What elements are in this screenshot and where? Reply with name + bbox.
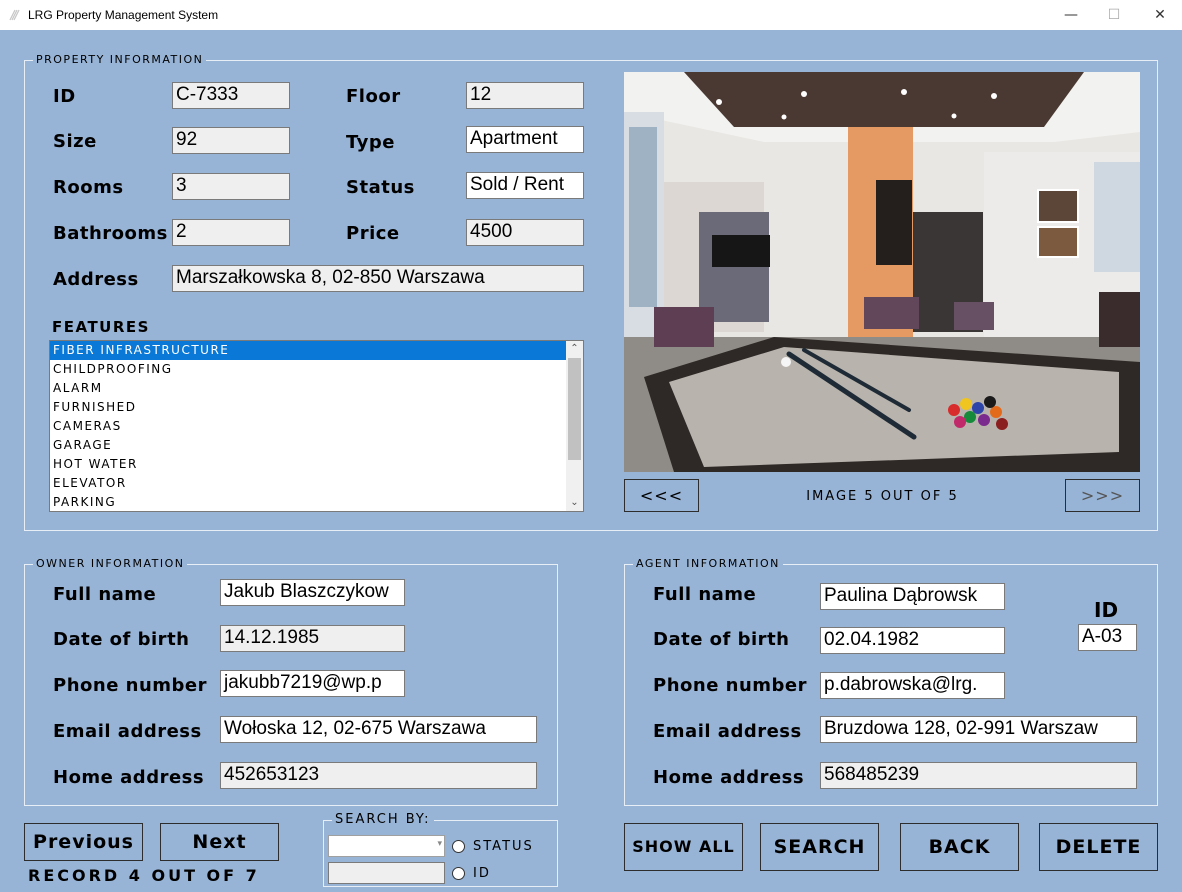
owner-phone-field[interactable]: jakubb7219@wp.p: [220, 670, 405, 697]
agent-id-field[interactable]: A-03: [1078, 624, 1137, 651]
agent-dob-label: Date of birth: [653, 629, 790, 650]
status-radio[interactable]: [452, 840, 465, 853]
status-field[interactable]: Sold / Rent: [466, 172, 584, 199]
show-all-button[interactable]: SHOW ALL: [624, 823, 743, 871]
size-field[interactable]: 92: [172, 127, 290, 154]
type-field[interactable]: Apartment: [466, 126, 584, 153]
id-radio[interactable]: [452, 867, 465, 880]
agent-phone-label: Phone number: [653, 675, 808, 696]
owner-full-name-label: Full name: [53, 584, 157, 605]
price-label: Price: [346, 223, 400, 244]
minimize-icon[interactable]: —: [1057, 4, 1085, 26]
agent-email-field[interactable]: Bruzdowa 128, 02-991 Warszaw: [820, 716, 1137, 743]
features-listbox[interactable]: FIBER INFRASTRUCTURE CHILDPROOFING ALARM FU…: [49, 340, 584, 512]
agent-full-name-field[interactable]: Paulina Dąbrowsk: [820, 583, 1005, 610]
size-label: Size: [53, 131, 97, 152]
property-id-field[interactable]: C-7333: [172, 82, 290, 109]
agent-full-name-label: Full name: [653, 584, 757, 605]
search-group-title: SEARCH BY:: [332, 813, 434, 827]
agent-group-title: AGENT INFORMATION: [633, 557, 783, 571]
app-icon: [9, 9, 20, 21]
feature-list-item[interactable]: GARAGE: [50, 436, 566, 455]
scroll-thumb[interactable]: [568, 358, 581, 460]
rooms-field[interactable]: 3: [172, 173, 290, 200]
owner-phone-label: Phone number: [53, 675, 208, 696]
feature-list-item[interactable]: HOT WATER: [50, 455, 566, 474]
features-list: FIBER INFRASTRUCTURE CHILDPROOFING ALARM FU…: [50, 341, 583, 511]
status-label: Status: [346, 177, 415, 198]
owner-group-title: OWNER INFORMATION: [33, 557, 188, 571]
agent-id-label: ID: [1094, 598, 1119, 622]
owner-home-field[interactable]: 452653123: [220, 762, 537, 789]
search-criteria-dropdown[interactable]: ▾: [328, 835, 445, 857]
bathrooms-label: Bathrooms: [53, 223, 168, 244]
feature-list-item[interactable]: ALARM: [50, 379, 566, 398]
property-group-title: PROPERTY INFORMATION: [33, 53, 207, 67]
floor-label: Floor: [346, 86, 401, 107]
address-field[interactable]: Marszałkowska 8, 02-850 Warszawa: [172, 265, 584, 292]
property-id-label: ID: [53, 86, 76, 107]
agent-email-label: Email address: [653, 721, 802, 742]
window-title: LRG Property Management System: [28, 8, 219, 22]
scroll-down-icon[interactable]: ⌄: [566, 495, 583, 511]
id-radio-label: ID: [473, 866, 491, 881]
dropdown-arrow-icon[interactable]: ▾: [437, 839, 442, 849]
feature-list-item[interactable]: FIBER INFRASTRUCTURE: [50, 341, 566, 360]
next-record-button[interactable]: Next: [160, 823, 279, 861]
back-button[interactable]: BACK: [900, 823, 1019, 871]
features-title: FEATURES: [52, 318, 150, 336]
feature-list-item[interactable]: ELEVATOR: [50, 474, 566, 493]
next-image-button[interactable]: >>>: [1065, 479, 1140, 512]
agent-dob-field[interactable]: 02.04.1982: [820, 627, 1005, 654]
previous-image-button[interactable]: <<<: [624, 479, 699, 512]
maximize-icon[interactable]: ☐: [1100, 4, 1128, 26]
owner-dob-field[interactable]: 14.12.1985: [220, 625, 405, 652]
feature-list-item[interactable]: CHILDPROOFING: [50, 360, 566, 379]
type-label: Type: [346, 132, 395, 153]
status-radio-label: STATUS: [473, 839, 534, 854]
search-button[interactable]: SEARCH: [760, 823, 879, 871]
bathrooms-field[interactable]: 2: [172, 219, 290, 246]
address-label: Address: [53, 269, 139, 290]
record-counter: RECORD 4 OUT OF 7: [28, 866, 260, 885]
owner-email-field[interactable]: Wołoska 12, 02-675 Warszawa: [220, 716, 537, 743]
search-text-input[interactable]: [328, 862, 445, 884]
previous-record-button[interactable]: Previous: [24, 823, 143, 861]
owner-dob-label: Date of birth: [53, 629, 190, 650]
lounge-room-image: [624, 72, 1140, 472]
title-bar: LRG Property Management System — ☐ ✕: [0, 0, 1182, 30]
rooms-label: Rooms: [53, 177, 124, 198]
close-icon[interactable]: ✕: [1146, 4, 1174, 26]
agent-phone-field[interactable]: p.dabrowska@lrg.: [820, 672, 1005, 699]
owner-home-label: Home address: [53, 767, 205, 788]
delete-button[interactable]: DELETE: [1039, 823, 1158, 871]
owner-email-label: Email address: [53, 721, 202, 742]
feature-list-item[interactable]: FURNISHED: [50, 398, 566, 417]
agent-home-label: Home address: [653, 767, 805, 788]
scroll-up-icon[interactable]: ⌃: [566, 341, 583, 357]
feature-list-item[interactable]: CAMERAS: [50, 417, 566, 436]
features-scrollbar[interactable]: ⌃ ⌄: [566, 341, 583, 511]
property-photo: [624, 72, 1140, 472]
floor-field[interactable]: 12: [466, 82, 584, 109]
agent-home-field[interactable]: 568485239: [820, 762, 1137, 789]
feature-list-item[interactable]: PARKING: [50, 493, 566, 511]
price-field[interactable]: 4500: [466, 219, 584, 246]
owner-full-name-field[interactable]: Jakub Blaszczykow: [220, 579, 405, 606]
image-counter: IMAGE 5 OUT OF 5: [806, 489, 959, 504]
